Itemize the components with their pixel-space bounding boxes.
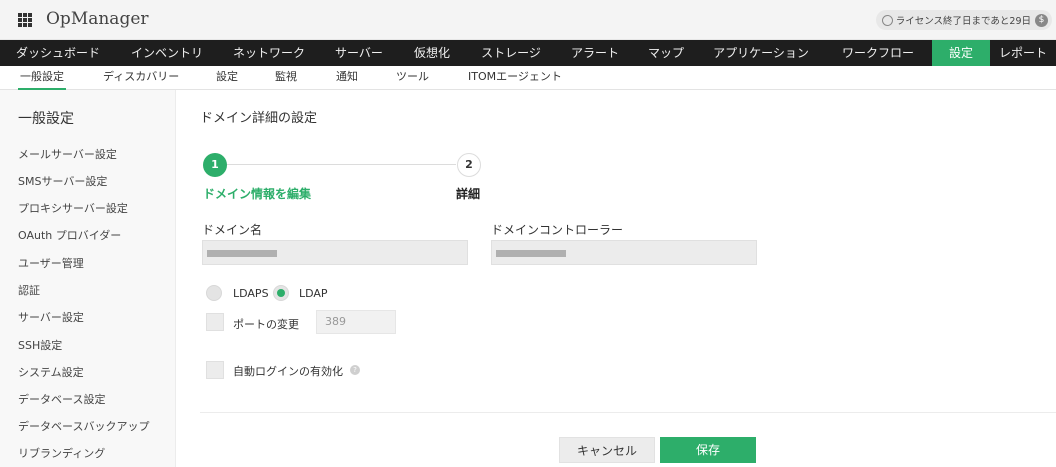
nav-settings[interactable]: 設定 [932, 40, 990, 66]
grid-menu-icon[interactable] [18, 13, 32, 27]
license-badge[interactable]: ライセンス終了日まであと29日 $ [875, 10, 1052, 30]
step-1-indicator: 1 [203, 153, 227, 177]
sidebar: 一般設定 メールサーバー設定 SMSサーバー設定 プロキシサーバー設定 OAut… [0, 90, 176, 467]
save-button[interactable]: 保存 [660, 437, 756, 463]
sidebar-item-authentication[interactable]: 認証 [18, 282, 40, 298]
step-2-indicator: 2 [457, 153, 481, 177]
page-title: ドメイン詳細の設定 [200, 111, 318, 126]
stepper-line [222, 164, 456, 165]
sidebar-item-database-backup[interactable]: データベースバックアップ [18, 418, 149, 434]
sidebar-item-server-settings[interactable]: サーバー設定 [18, 309, 84, 325]
ldap-radio[interactable] [273, 285, 289, 301]
domain-name-label: ドメイン名 [202, 223, 263, 237]
redacted-value [207, 250, 277, 257]
subnav-tools[interactable]: ツール [396, 66, 429, 90]
form-divider [200, 412, 1056, 413]
sidebar-title: 一般設定 [18, 111, 74, 127]
ldaps-label: LDAPS [233, 287, 269, 300]
port-change-checkbox[interactable] [206, 313, 224, 331]
app-header: OpManager ライセンス終了日まであと29日 $ [0, 0, 1056, 40]
subnav-monitoring[interactable]: 監視 [275, 66, 297, 90]
license-text: ライセンス終了日まであと29日 [895, 16, 1031, 27]
auto-login-label: 自動ログインの有効化 [233, 365, 343, 378]
main-nav: ダッシュボード インベントリ ネットワーク サーバー 仮想化 ストレージ アラー… [0, 40, 1056, 66]
nav-storage[interactable]: ストレージ [466, 40, 556, 66]
app-brand: OpManager [46, 9, 149, 29]
nav-applications[interactable]: アプリケーション [698, 40, 824, 66]
step-2-label: 詳細 [456, 187, 481, 201]
clock-icon [881, 14, 893, 26]
nav-alarms[interactable]: アラート [556, 40, 634, 66]
nav-server[interactable]: サーバー [320, 40, 398, 66]
sidebar-item-user-management[interactable]: ユーザー管理 [18, 255, 84, 271]
sidebar-item-database-settings[interactable]: データベース設定 [18, 391, 105, 407]
step-1-label: ドメイン情報を編集 [203, 187, 312, 201]
nav-dashboard[interactable]: ダッシュボード [0, 40, 116, 66]
nav-reports[interactable]: レポート [990, 40, 1056, 66]
ldap-label: LDAP [299, 287, 328, 300]
redacted-value [496, 250, 566, 257]
subnav-discovery[interactable]: ディスカバリー [103, 66, 179, 90]
domain-controller-label: ドメインコントローラー [491, 223, 624, 237]
nav-workflow[interactable]: ワークフロー [824, 40, 932, 66]
sidebar-item-mail-server[interactable]: メールサーバー設定 [18, 146, 117, 162]
subnav-itom-agent[interactable]: ITOMエージェント [468, 66, 562, 90]
cancel-button[interactable]: キャンセル [559, 437, 655, 463]
nav-network[interactable]: ネットワーク [218, 40, 320, 66]
sidebar-item-oauth-provider[interactable]: OAuth プロバイダー [18, 227, 121, 243]
subnav-notification[interactable]: 通知 [336, 66, 358, 90]
domain-name-input[interactable] [202, 240, 468, 265]
sidebar-item-rebranding[interactable]: リブランディング [18, 445, 105, 461]
sub-nav: 一般設定 ディスカバリー 設定 監視 通知 ツール ITOMエージェント [0, 66, 1056, 90]
sidebar-item-ssh-settings[interactable]: SSH設定 [18, 337, 62, 353]
sidebar-item-system-settings[interactable]: システム設定 [18, 364, 84, 380]
nav-maps[interactable]: マップ [634, 40, 698, 66]
domain-controller-input[interactable] [491, 240, 757, 265]
auto-login-checkbox[interactable] [206, 361, 224, 379]
nav-virtualization[interactable]: 仮想化 [398, 40, 466, 66]
port-input[interactable]: 389 [316, 310, 396, 334]
sidebar-item-proxy-server[interactable]: プロキシサーバー設定 [18, 200, 128, 216]
subnav-configuration[interactable]: 設定 [216, 66, 238, 90]
subnav-general-settings[interactable]: 一般設定 [18, 66, 66, 90]
sidebar-item-sms-server[interactable]: SMSサーバー設定 [18, 173, 107, 189]
ldaps-radio[interactable] [206, 285, 222, 301]
nav-inventory[interactable]: インベントリ [116, 40, 218, 66]
help-icon[interactable]: ? [350, 365, 360, 375]
dollar-coin-icon: $ [1035, 13, 1048, 27]
port-change-label: ポートの変更 [233, 318, 299, 331]
